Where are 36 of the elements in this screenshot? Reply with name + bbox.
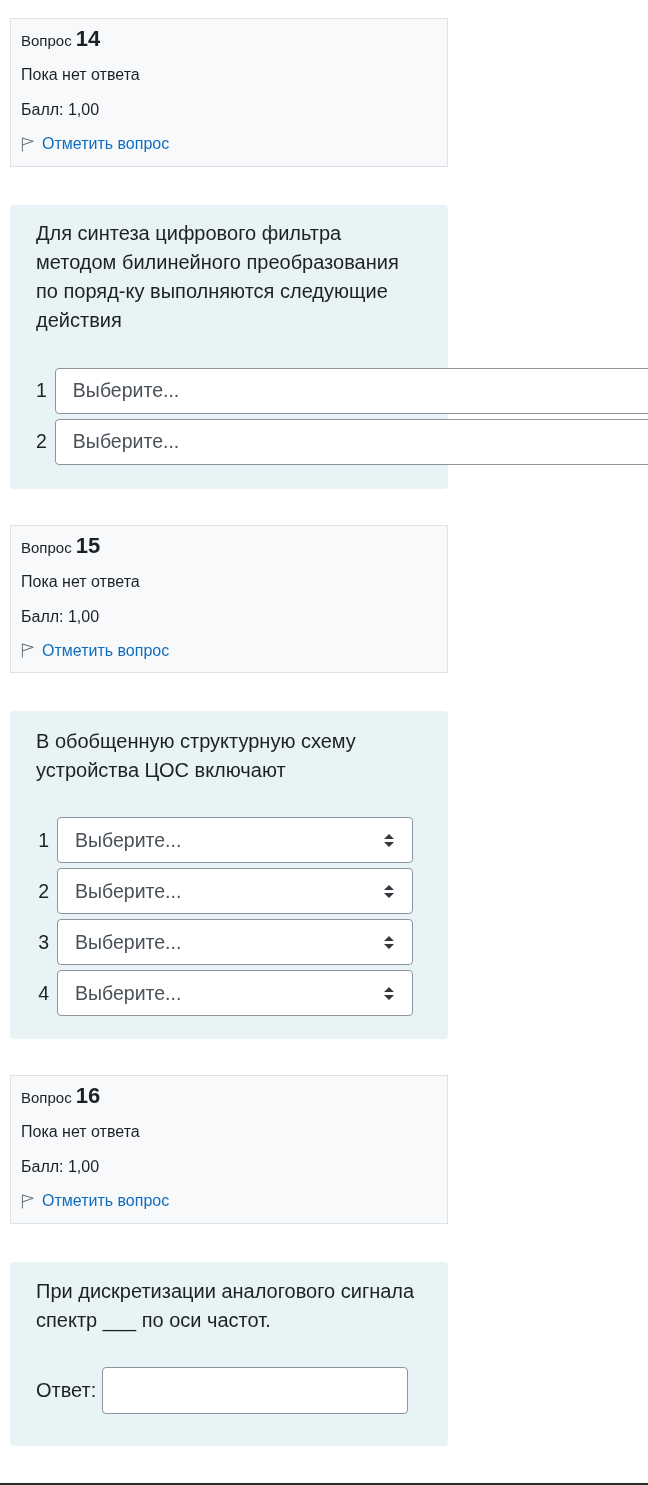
flag-question-link[interactable]: Отметить вопрос bbox=[21, 639, 170, 662]
row-number: 1 bbox=[37, 828, 49, 852]
sort-arrows-icon bbox=[384, 884, 394, 898]
question-text: При дискретизации аналогового сигнала спектр ___ по оси частот. bbox=[36, 1278, 416, 1334]
flag-question-link[interactable]: Отметить вопрос bbox=[21, 1190, 170, 1212]
question-text: Для синтеза цифрового фильтра методом билинейного преобразования по поряд-ку выполняются следующие действия bbox=[36, 220, 400, 333]
dropdown-select[interactable]: Выберите... bbox=[57, 817, 413, 863]
question-text: В обобщенную структурную схему устройства ЦОС включают bbox=[36, 729, 357, 783]
dropdown-select[interactable]: Выберите... bbox=[54, 418, 648, 465]
sort-arrows-icon bbox=[384, 833, 394, 847]
question-number: Вопрос 16 bbox=[21, 1083, 102, 1110]
question-number: Вопрос 14 bbox=[21, 26, 102, 53]
flag-icon bbox=[21, 136, 34, 152]
sort-arrows-icon bbox=[384, 935, 394, 949]
status-text: Пока нет ответа bbox=[21, 65, 141, 85]
grade-text: Балл: 1,00 bbox=[21, 1157, 101, 1177]
grade-text: Балл: 1,00 bbox=[21, 100, 101, 120]
row-number: 3 bbox=[37, 930, 49, 954]
answer-field[interactable] bbox=[102, 1366, 409, 1414]
dropdown-select[interactable]: Выберите... bbox=[57, 970, 413, 1016]
flag-question-link[interactable]: Отметить вопрос bbox=[21, 133, 170, 155]
status-text: Пока нет ответа bbox=[21, 571, 141, 592]
flag-icon bbox=[21, 643, 34, 658]
dropdown-select[interactable]: Выберите... bbox=[54, 367, 648, 414]
flag-icon bbox=[21, 1193, 34, 1209]
row-number: 4 bbox=[37, 981, 49, 1005]
dropdown-select[interactable]: Выберите... bbox=[57, 868, 413, 914]
question-number: Вопрос 15 bbox=[21, 532, 102, 560]
row-number: 1 bbox=[36, 379, 47, 402]
status-text: Пока нет ответа bbox=[21, 1122, 141, 1142]
sort-arrows-icon bbox=[384, 986, 394, 1000]
row-number: 2 bbox=[36, 430, 47, 453]
dropdown-select[interactable]: Выберите... bbox=[57, 919, 413, 965]
grade-text: Балл: 1,00 bbox=[21, 606, 101, 627]
row-number: 2 bbox=[37, 879, 49, 903]
answer-label: Ответ: bbox=[36, 1378, 97, 1402]
